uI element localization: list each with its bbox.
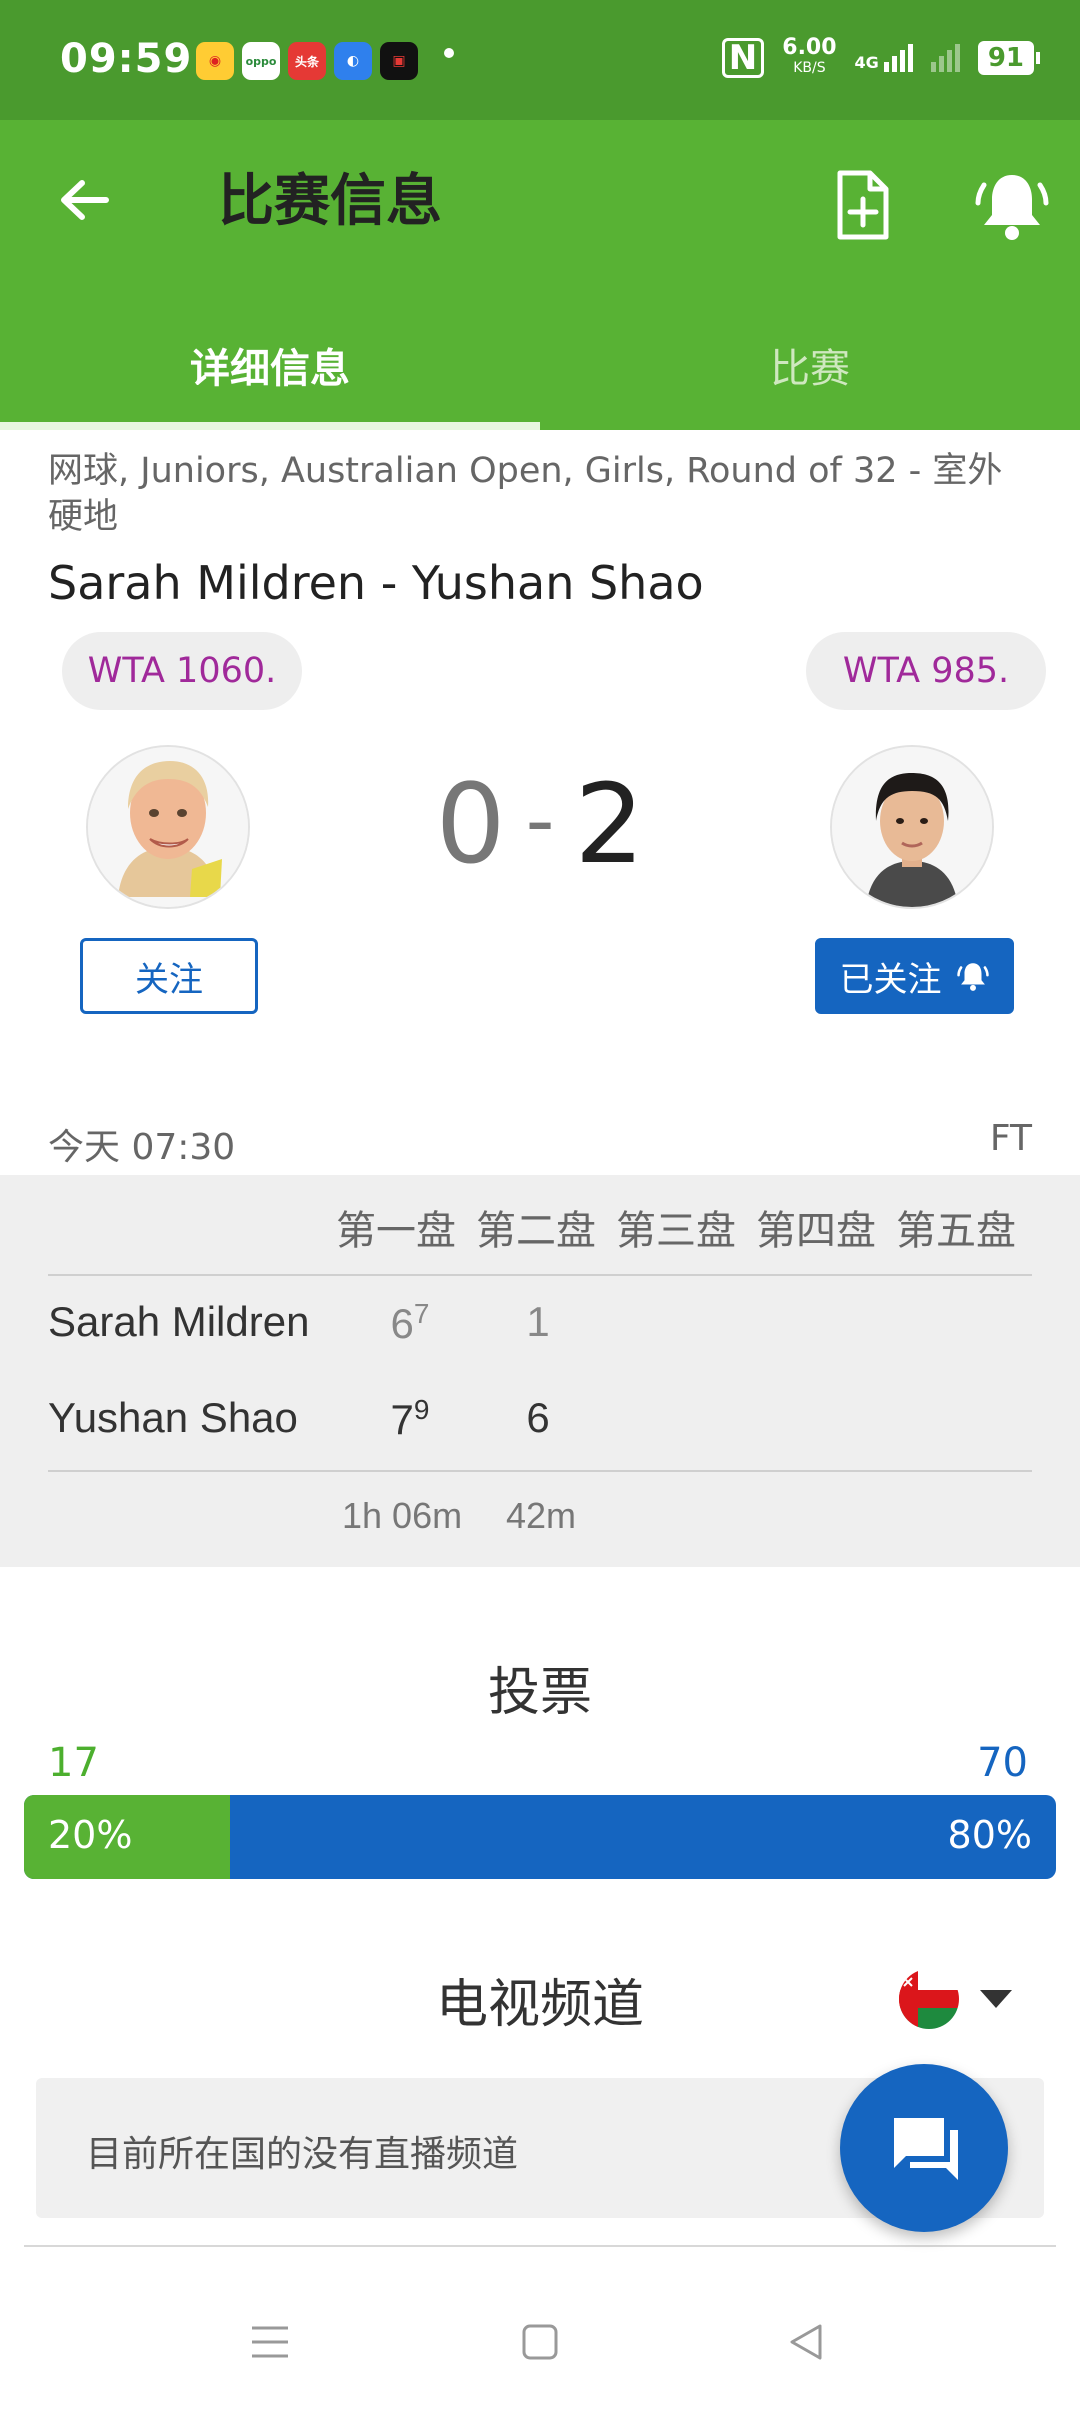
away-player-avatar[interactable]	[830, 745, 994, 909]
section-divider	[24, 2245, 1056, 2247]
vote-away-percent: 80%	[947, 1813, 1032, 1857]
bell-ringing-icon	[975, 175, 1049, 240]
system-nav-bar	[0, 2276, 1080, 2414]
vote-title: 投票	[487, 1663, 592, 1723]
table-divider	[48, 1470, 1032, 1472]
browser-icon: ◐	[334, 42, 372, 80]
oppo-icon: oppo	[242, 42, 280, 80]
match-category: 网球, Juniors, Australian Open, Girls, Rou…	[48, 451, 1003, 537]
home-player-photo	[88, 747, 248, 907]
notification-bell-button[interactable]	[972, 165, 1052, 245]
add-document-icon	[837, 170, 889, 240]
status-bar: 09:59 ◉ oppo 头条 ◐ ▣ N 6.00 KB/S 4G 91	[0, 0, 1080, 120]
page-title: 比赛信息	[218, 169, 442, 234]
status-time: 09:59	[60, 36, 193, 82]
match-date: 今天 07:30	[48, 1127, 236, 1168]
set2-duration: 42m	[506, 1495, 577, 1536]
away-score: 2	[574, 760, 645, 888]
set-header-3: 第三盘	[616, 1208, 736, 1254]
signal-4g-icon: 4G	[855, 44, 913, 72]
home-set1-score: 67	[390, 1298, 430, 1347]
vote-home-percent: 20%	[48, 1813, 133, 1857]
back-button[interactable]	[50, 165, 120, 235]
tab-indicator	[0, 422, 540, 430]
row-player-home: Sarah Mildren	[48, 1298, 310, 1345]
tv-empty-message: 目前所在国的没有直播频道	[86, 2134, 519, 2175]
vote-bar[interactable]: 20% 80%	[24, 1795, 1056, 1879]
menu-icon[interactable]	[250, 2322, 290, 2362]
tab-match[interactable]: 比赛	[540, 320, 1080, 410]
score-separator: -	[525, 774, 555, 867]
bell-ringing-icon	[956, 963, 989, 991]
home-icon[interactable]	[520, 2322, 560, 2362]
chat-icon	[894, 2118, 958, 2180]
home-rank-badge: WTA 1060.	[62, 632, 302, 710]
toutiao-icon: 头条	[288, 42, 326, 80]
set-header-1: 第一盘	[336, 1208, 456, 1254]
tab-details[interactable]: 详细信息	[0, 320, 540, 410]
table-divider	[48, 1274, 1032, 1276]
set1-duration: 1h 06m	[342, 1495, 463, 1536]
oman-flag-icon	[899, 1969, 959, 2029]
weibo-icon: ◉	[196, 42, 234, 80]
match-title: Sarah Mildren - Yushan Shao	[48, 556, 704, 610]
match-score: 0-2	[380, 760, 700, 888]
battery-icon: 91	[977, 41, 1040, 75]
chat-fab-button[interactable]	[840, 2064, 1008, 2232]
signal-weak-icon	[930, 44, 960, 72]
set-header-2: 第二盘	[476, 1208, 596, 1254]
set-header-5: 第五盘	[896, 1208, 1016, 1254]
match-status: FT	[989, 1118, 1032, 1159]
chevron-down-icon[interactable]	[980, 1990, 1012, 2008]
row-player-away: Yushan Shao	[48, 1394, 298, 1441]
network-speed: 6.00 KB/S	[782, 35, 837, 77]
country-selector[interactable]	[898, 1968, 968, 2030]
set-header-4: 第四盘	[756, 1208, 876, 1254]
away-set2-score: 6	[526, 1394, 550, 1441]
away-player-photo	[832, 747, 992, 907]
vote-home-count: 17	[48, 1740, 99, 1786]
following-away-player-button[interactable]: 已关注	[815, 938, 1014, 1014]
camera-icon: ▣	[380, 42, 418, 80]
vote-away-count: 70	[977, 1740, 1028, 1786]
back-triangle-icon[interactable]	[786, 2322, 826, 2362]
arrow-left-icon	[61, 180, 109, 220]
home-score: 0	[435, 760, 506, 888]
follow-home-player-button[interactable]: 关注	[80, 938, 258, 1014]
add-to-calendar-button[interactable]	[828, 165, 898, 245]
follow-label: 关注	[135, 959, 203, 1000]
home-player-avatar[interactable]	[86, 745, 250, 909]
following-label: 已关注	[839, 959, 942, 1000]
nfc-icon: N	[721, 38, 765, 78]
home-set2-score: 1	[526, 1298, 550, 1345]
away-rank-badge: WTA 985.	[806, 632, 1046, 710]
status-right: N 6.00 KB/S 4G 91	[721, 35, 1040, 78]
notification-dot-icon	[444, 48, 454, 58]
away-set1-score: 79	[390, 1394, 430, 1443]
